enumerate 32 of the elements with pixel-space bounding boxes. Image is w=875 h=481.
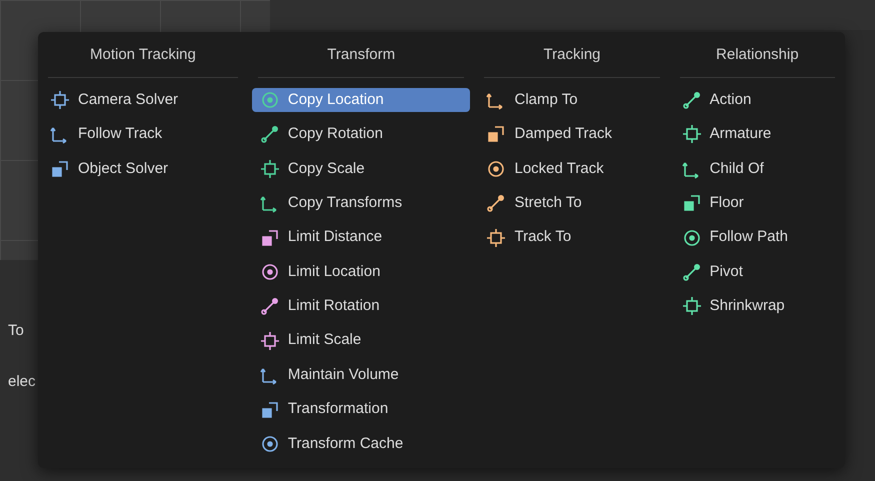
menu-item[interactable]: Track To — [478, 226, 666, 250]
panel-label: elec — [8, 372, 36, 392]
menu-item[interactable]: Limit Distance — [252, 226, 470, 250]
menu-item[interactable]: Copy Transforms — [252, 191, 470, 216]
menu-item[interactable]: Floor — [674, 191, 841, 216]
menu-item[interactable]: Maintain Volume — [252, 363, 470, 388]
menu-item[interactable]: Camera Solver — [42, 88, 244, 112]
menu-item[interactable]: Limit Location — [252, 260, 470, 284]
column-header: Transform — [327, 44, 396, 65]
menu-item[interactable]: Follow Path — [674, 226, 841, 250]
menu-item[interactable]: Child Of — [674, 156, 841, 181]
menu-item[interactable]: Follow Track — [42, 122, 244, 146]
menu-item[interactable]: Damped Track — [478, 122, 666, 146]
menu-item[interactable]: Stretch To — [478, 191, 666, 216]
column-header: Relationship — [716, 44, 799, 65]
column-header: Motion Tracking — [90, 44, 196, 65]
menu-item[interactable]: Limit Scale — [252, 328, 470, 353]
menu-item[interactable]: Shrinkwrap — [674, 294, 841, 318]
menu-item[interactable]: Copy Location — [252, 88, 470, 112]
menu-item[interactable]: Armature — [674, 122, 841, 146]
menu-item[interactable]: Transformation — [252, 398, 470, 422]
column-header: Tracking — [544, 44, 601, 65]
menu-item[interactable]: Transform Cache — [252, 432, 470, 456]
panel-label: To — [8, 321, 25, 341]
menu-item[interactable]: Object Solver — [42, 156, 244, 181]
menu-item[interactable]: Copy Rotation — [252, 122, 470, 146]
menu-item[interactable]: Clamp To — [478, 88, 666, 112]
menu-item[interactable]: Pivot — [674, 260, 841, 284]
menu-item[interactable]: Action — [674, 88, 841, 112]
menu-item[interactable]: Limit Rotation — [252, 294, 470, 318]
menu-item[interactable]: Locked Track — [478, 156, 666, 181]
menu-item[interactable]: Copy Scale — [252, 156, 470, 181]
